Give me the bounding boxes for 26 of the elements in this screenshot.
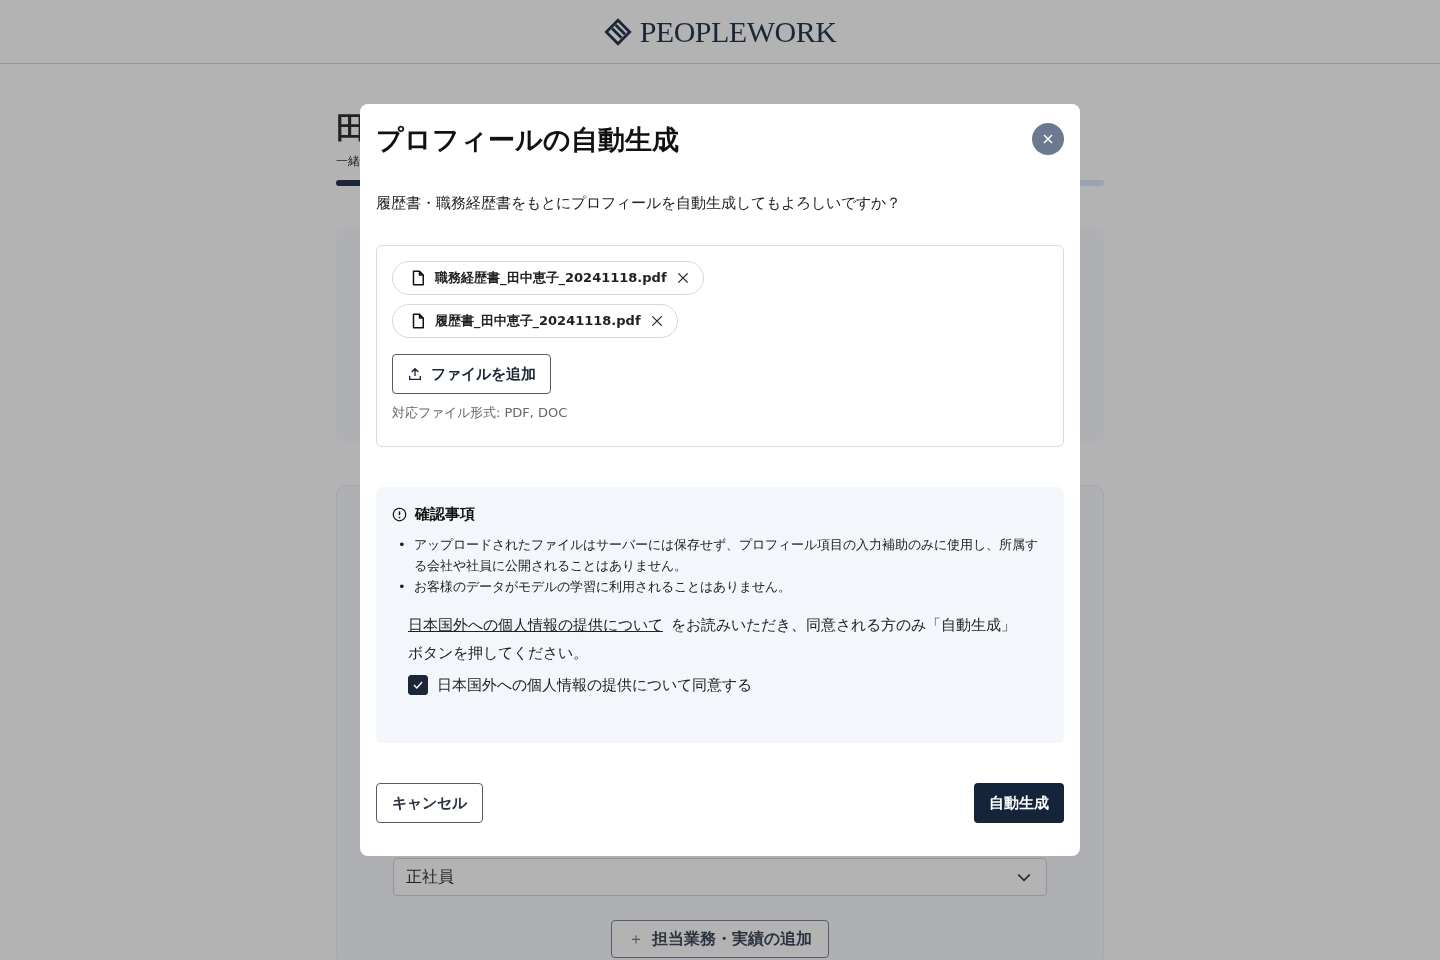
supported-formats-text: 対応ファイル形式: PDF, DOC <box>392 404 569 422</box>
notice-bullet: アップロードされたファイルはサーバーには保存せず、プロフィール項目の入力補助のみに使用し、所属する会社や社員に公開されることはありません。 <box>413 536 1038 575</box>
add-file-button[interactable]: ファイルを追加 <box>392 354 551 394</box>
info-icon <box>392 507 407 522</box>
add-duty-button[interactable]: ＋ 担当業務・実績の追加 <box>611 920 829 958</box>
checkbox[interactable] <box>408 675 428 695</box>
file-name: 職務経歴書_田中恵子_20241118.pdf <box>435 269 667 287</box>
notice-bullet: お客様のデータがモデルの学習に利用されることはありません。 <box>413 578 791 596</box>
notice-heading: 確認事項 <box>415 505 475 524</box>
bullet-mark: • <box>398 536 406 554</box>
select-value: 正社員 <box>406 866 454 888</box>
dialog-title: プロフィールの自動生成 <box>376 123 679 157</box>
close-button[interactable] <box>1032 123 1064 155</box>
plus-icon: ＋ <box>628 928 644 950</box>
privacy-link[interactable]: 日本国外への個人情報の提供について <box>408 616 663 634</box>
employment-select[interactable]: 正社員 <box>393 858 1047 896</box>
bullet-mark: • <box>398 578 406 596</box>
dialog-description: 履歴書・職務経歴書をもとにプロフィールを自動生成してもよろしいですか？ <box>376 194 902 213</box>
diamond-logo-icon <box>603 17 632 46</box>
cancel-button[interactable]: キャンセル <box>376 783 483 823</box>
logo-text: PEOPLEWORK <box>639 14 837 49</box>
page-subtitle: 一緒 <box>336 153 361 170</box>
upload-icon <box>407 366 423 382</box>
generate-button[interactable]: 自動生成 <box>974 783 1064 823</box>
consent-paragraph: 日本国外への個人情報の提供について をお読みいただき、同意される方のみ「自動生成」ボタンを押してください。 <box>408 615 1017 664</box>
file-name: 履歴書_田中恵子_20241118.pdf <box>435 312 641 330</box>
